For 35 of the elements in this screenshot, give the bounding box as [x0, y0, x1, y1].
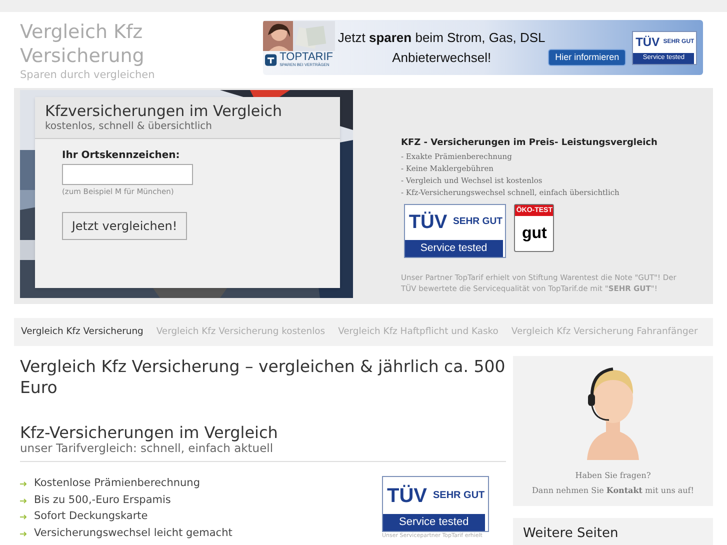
site-tagline: Sparen durch vergleichen — [20, 68, 156, 83]
feature-item: Kostenlose Prämienberechnung — [34, 476, 200, 492]
banner-headline: Jetzt sparen beim Strom, Gas, DSL — [338, 28, 546, 47]
nav-link[interactable]: Vergleich Kfz Versicherung — [21, 325, 144, 339]
feature-item: Sofort Deckungskarte — [34, 509, 148, 524]
arrow-icon — [20, 530, 27, 537]
seal-footer: Service tested — [405, 240, 503, 257]
card-title: Weitere Seiten — [523, 525, 620, 543]
contact-question: Haben Sie fragen? — [575, 470, 651, 482]
page-heading: Vergleich Kfz Versicherung – vergleichen & jährlich ca. 500 Euro — [20, 356, 506, 398]
toptarif-logo-icon — [265, 52, 277, 66]
rating-text: SEHR GUT — [432, 489, 485, 503]
seal-footer: Service tested — [383, 514, 485, 531]
rating-text: SEHR GUT — [452, 215, 503, 230]
arrow-icon — [20, 514, 27, 520]
arrow-icon — [20, 498, 27, 504]
contact-text: Dann nehmen Sie Kontakt mit uns auf! — [532, 484, 694, 497]
tuv-mark: TÜV — [634, 36, 660, 48]
feature-item: Bis zu 500,-Euro Erspamis — [34, 492, 171, 508]
section-title: Kfz-Versicherungen im Vergleich — [20, 423, 279, 442]
form-subtitle: kostenlos, schnell & übersichtlich — [45, 121, 213, 133]
info-button[interactable]: Hier informieren — [548, 48, 626, 66]
tuv-mark: TÜV — [386, 486, 427, 506]
feature-item: Versicherungswechsel leicht gemacht — [34, 526, 232, 541]
arrow-icon — [20, 481, 27, 488]
compare-button[interactable]: Jetzt vergleichen! — [62, 212, 187, 240]
input-field[interactable] — [62, 164, 193, 185]
field-label: Ihr Ortskennzeichen: — [62, 149, 181, 163]
tuv-mark: TÜV — [408, 212, 448, 232]
brand-name: TOPTARIF — [280, 52, 333, 63]
rating-text: gut — [522, 224, 547, 243]
info-heading: KFZ - Versicherungen im Preis- Leistungsvergleich — [401, 137, 658, 150]
banner-headline: Anbieterwechsel! — [392, 48, 492, 66]
form-title: Kfzversicherungen im Vergleich — [45, 101, 284, 121]
section-subtitle: unser Tarifvergleich: schnell, einfach aktuell — [20, 442, 506, 462]
